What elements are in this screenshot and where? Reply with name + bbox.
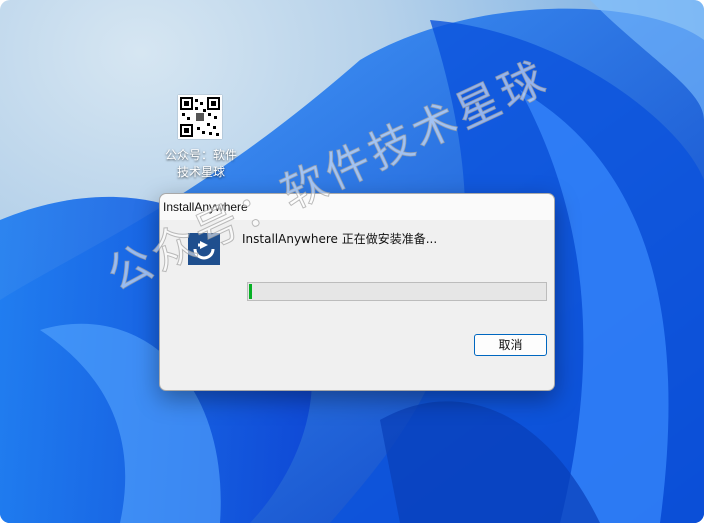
- dialog-title: InstallAnywhere: [163, 200, 248, 214]
- status-message: InstallAnywhere 正在做安装准备...: [242, 232, 438, 246]
- dialog-titlebar[interactable]: InstallAnywhere: [160, 194, 554, 220]
- installer-dialog: InstallAnywhere InstallAnywhere 正在做安装准备.…: [159, 193, 555, 391]
- installanywhere-icon: [188, 233, 220, 265]
- qr-code-icon: [178, 95, 222, 139]
- desktop-shortcut-label: 公众号：软件技术星球: [164, 148, 237, 179]
- desktop: 公众号：软件技术星球 InstallAnywhere InstallAnywhe…: [0, 0, 704, 523]
- progress-bar: [247, 282, 547, 301]
- cancel-button[interactable]: 取消: [474, 334, 547, 356]
- progress-fill: [249, 284, 252, 299]
